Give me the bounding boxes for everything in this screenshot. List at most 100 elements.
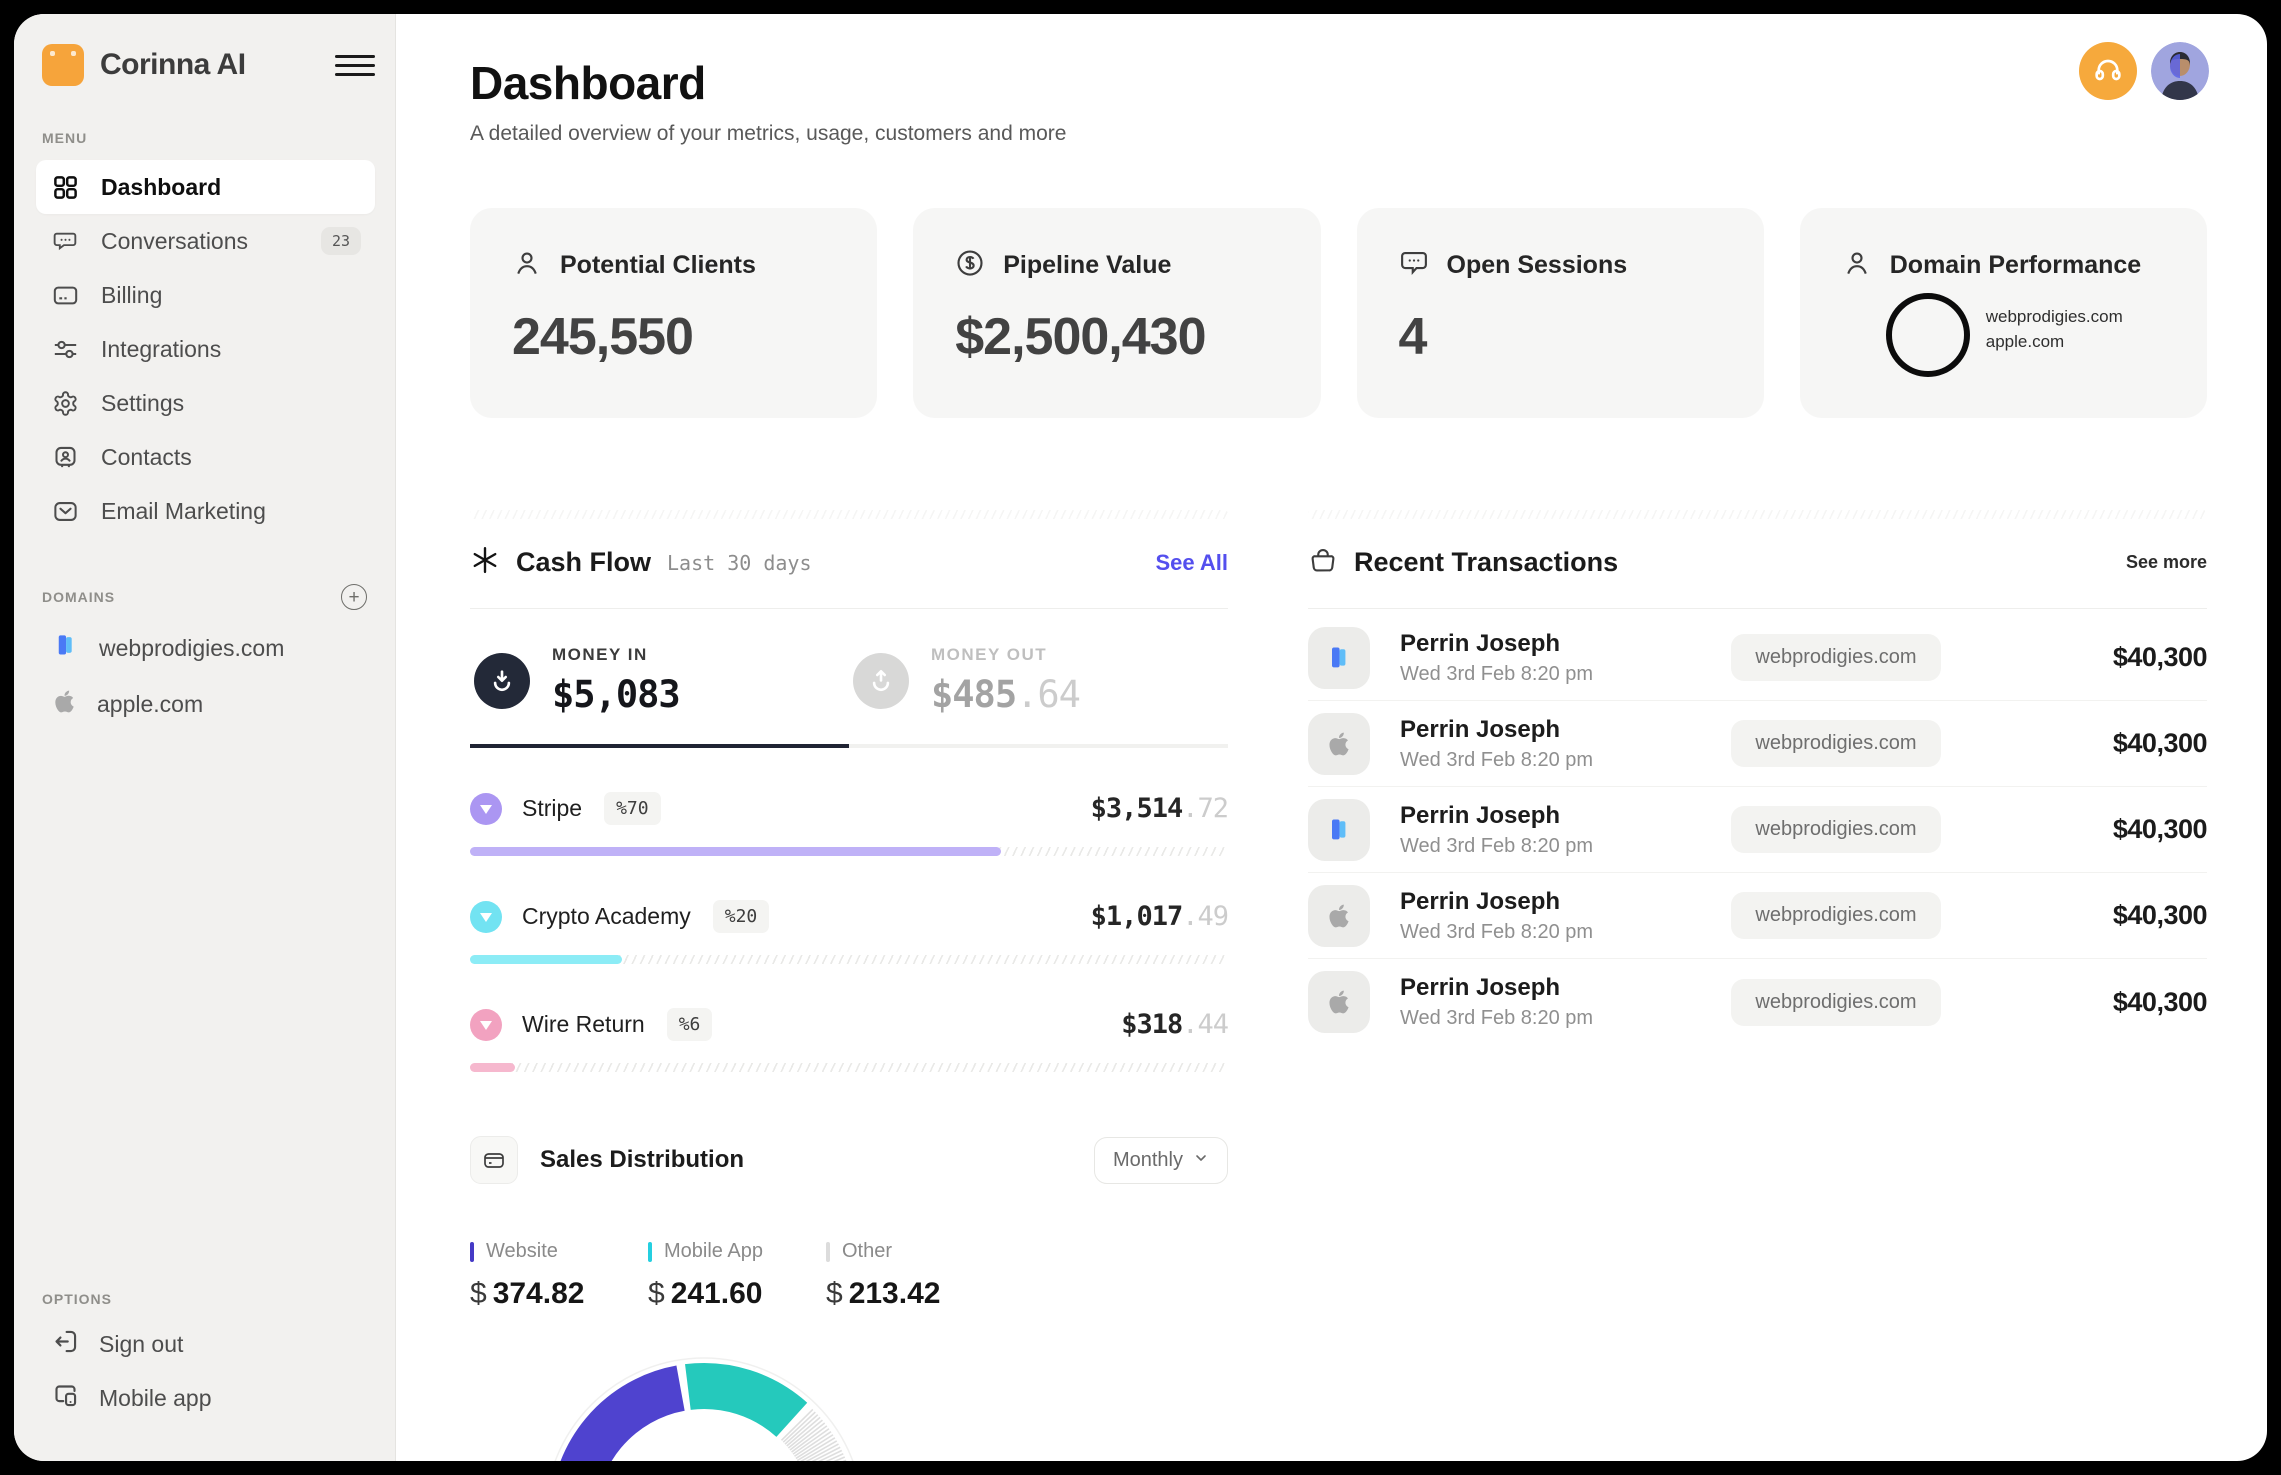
money-out-tab[interactable]: MONEY OUT $485.64 <box>849 609 1228 748</box>
period-dropdown[interactable]: Monthly <box>1093 1136 1228 1184</box>
money-in-value: $5,083 <box>552 673 681 716</box>
stat-card-open-sessions: Open Sessions 4 <box>1356 208 1764 418</box>
source-name: Crypto Academy <box>522 903 691 929</box>
sign-out-icon <box>52 1328 79 1361</box>
user-icon <box>512 248 542 283</box>
transaction-row[interactable]: Perrin Joseph Wed 3rd Feb 8:20 pm webpro… <box>1308 787 2208 873</box>
transactions-list: Perrin Joseph Wed 3rd Feb 8:20 pm webpro… <box>1308 615 2208 1045</box>
transaction-row[interactable]: Perrin Joseph Wed 3rd Feb 8:20 pm webpro… <box>1308 615 2208 701</box>
mobile-app-button[interactable]: Mobile app <box>36 1371 375 1425</box>
transaction-amount: $40,300 <box>2112 814 2208 844</box>
legend-item-other: Other $213.42 <box>826 1240 941 1310</box>
transaction-domain-pill: webprodigies.com <box>1731 892 1941 939</box>
corinna-logo-icon <box>42 44 84 86</box>
recent-transactions-panel: Recent Transactions See more Perrin Jose… <box>1308 510 2208 1461</box>
add-domain-button[interactable]: + <box>341 584 367 610</box>
conversations-count-badge: 23 <box>320 227 361 255</box>
sidebar-item-billing[interactable]: Billing <box>36 268 375 322</box>
source-progress-fill <box>470 847 1001 856</box>
envelope-icon <box>52 498 79 525</box>
transaction-amount: $40,300 <box>2112 728 2208 758</box>
sidebar-item-settings[interactable]: Settings <box>36 376 375 430</box>
transaction-amount: $40,300 <box>2112 986 2208 1017</box>
source-percent-badge: %70 <box>604 792 661 825</box>
sidebar-domain-webprodigies[interactable]: webprodigies.com <box>36 620 375 676</box>
user-avatar[interactable] <box>2151 42 2209 100</box>
see-more-link[interactable]: See more <box>2126 552 2207 573</box>
domain-label: apple.com <box>97 690 204 717</box>
source-progress-track <box>470 955 1228 964</box>
panel-top-hatch <box>470 510 1228 519</box>
domain-label: webprodigies.com <box>99 634 285 661</box>
money-in-icon <box>474 652 530 709</box>
bag-icon <box>1308 545 1338 580</box>
option-label: Mobile app <box>99 1384 212 1411</box>
sliders-icon <box>52 336 79 363</box>
sidebar-item-integrations[interactable]: Integrations <box>36 322 375 376</box>
transaction-row[interactable]: Perrin Joseph Wed 3rd Feb 8:20 pm webpro… <box>1308 959 2208 1045</box>
support-headphones-button[interactable] <box>2079 42 2137 100</box>
transaction-domain-pill: webprodigies.com <box>1731 978 1941 1026</box>
apple-logo <box>1308 884 1370 947</box>
sign-out-button[interactable]: Sign out <box>36 1317 375 1371</box>
sidebar-item-label: Billing <box>101 281 163 308</box>
stripe-source-icon <box>470 792 502 825</box>
sidebar-item-contacts[interactable]: Contacts <box>36 430 375 484</box>
app-window: Corinna AI MENU Dashboard Conversations … <box>14 14 2267 1461</box>
devices-icon <box>52 1382 79 1415</box>
stat-value: 4 <box>1398 308 1428 366</box>
source-percent-badge: %20 <box>712 900 770 933</box>
stat-label: Potential Clients <box>560 251 756 279</box>
source-progress-fill <box>470 1063 516 1072</box>
stat-card-pipeline-value: Pipeline Value $2,500,430 <box>913 208 1321 418</box>
transaction-name: Perrin Joseph <box>1400 629 1561 657</box>
chevron-down-icon <box>1193 1149 1209 1172</box>
recent-transactions-title: Recent Transactions <box>1354 547 1619 577</box>
transaction-domain-pill: webprodigies.com <box>1731 806 1941 853</box>
sidebar-item-label: Email Marketing <box>101 497 266 524</box>
stat-card-potential-clients: Potential Clients 245,550 <box>470 208 878 418</box>
sidebar-item-conversations[interactable]: Conversations 23 <box>36 214 375 268</box>
money-in-tab[interactable]: MONEY IN $5,083 <box>470 609 849 748</box>
source-progress-track <box>470 847 1228 856</box>
sales-legend: Website $374.82 Mobile App $241.60 Other… <box>470 1240 1228 1311</box>
transaction-row[interactable]: Perrin Joseph Wed 3rd Feb 8:20 pm webpro… <box>1308 873 2208 959</box>
cash-flow-row-crypto-academy: Crypto Academy %20 $1,017.49 <box>470 900 1229 964</box>
transaction-date: Wed 3rd Feb 8:20 pm <box>1400 920 1594 943</box>
transaction-amount: $40,300 <box>2112 900 2208 930</box>
asterisk-icon <box>470 545 500 580</box>
cash-flow-row-wire-return: Wire Return %6 $318.44 <box>470 1008 1229 1072</box>
legend-item-mobile-app: Mobile App $241.60 <box>648 1240 763 1310</box>
money-out-icon <box>853 652 909 709</box>
logo-row: Corinna AI <box>36 44 375 86</box>
source-value: $1,017.49 <box>1090 901 1229 932</box>
menu-section-label: MENU <box>42 130 88 146</box>
domains-header: DOMAINS + <box>36 584 375 610</box>
domain-performance-donut <box>1885 293 1970 377</box>
cash-flow-see-all-link[interactable]: See All <box>1155 550 1228 576</box>
webprodigies-logo <box>1308 798 1370 861</box>
options-section-label: OPTIONS <box>42 1291 113 1307</box>
transaction-amount: $40,300 <box>2112 642 2208 672</box>
crypto-academy-source-icon <box>470 900 502 933</box>
money-out-value: $485.64 <box>931 673 1081 716</box>
stat-value: $2,500,430 <box>955 308 1206 366</box>
sidebar-item-email-marketing[interactable]: Email Marketing <box>36 484 375 538</box>
wire-return-source-icon <box>470 1008 502 1041</box>
source-percent-badge: %6 <box>666 1008 713 1041</box>
transaction-row[interactable]: Perrin Joseph Wed 3rd Feb 8:20 pm webpro… <box>1308 701 2208 787</box>
contact-icon <box>52 444 79 471</box>
domain-performance-legend-item: webprodigies.com <box>1985 307 2123 326</box>
money-in-label: MONEY IN <box>552 645 648 664</box>
stat-value: 245,550 <box>512 308 694 366</box>
sidebar-domain-apple[interactable]: apple.com <box>36 676 375 732</box>
website-tick <box>470 1241 474 1262</box>
hamburger-menu-icon[interactable] <box>335 48 375 82</box>
transaction-domain-pill: webprodigies.com <box>1731 720 1941 767</box>
sidebar-item-dashboard[interactable]: Dashboard <box>36 160 375 214</box>
transaction-name: Perrin Joseph <box>1400 974 1561 1001</box>
cash-flow-rows: Stripe %70 $3,514.72 Crypto Academy %20 … <box>470 792 1229 1072</box>
transaction-date: Wed 3rd Feb 8:20 pm <box>1400 748 1594 771</box>
wallet-icon <box>470 1136 518 1184</box>
panel-top-hatch <box>1308 510 2207 519</box>
